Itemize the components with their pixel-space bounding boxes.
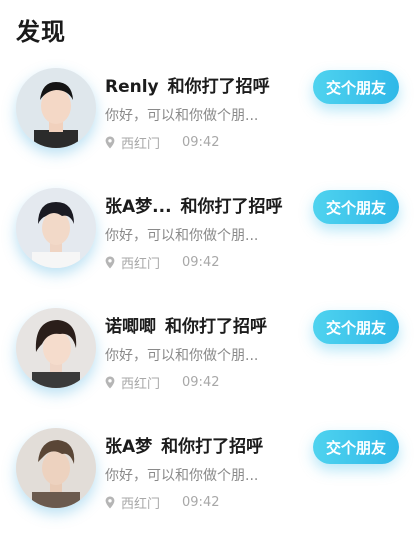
meta-row: 西红门 09:42	[105, 253, 219, 272]
avatar[interactable]	[16, 68, 96, 148]
time-text: 09:42	[182, 375, 220, 390]
avatar[interactable]	[16, 308, 96, 388]
add-friend-button[interactable]: 交个朋友	[313, 430, 399, 464]
time-text: 09:42	[182, 135, 220, 150]
message-preview: 你好，可以和你做个朋...	[105, 228, 259, 244]
message-preview: 你好，可以和你做个朋...	[105, 348, 259, 364]
location-text: 西红门	[121, 377, 161, 392]
location-pin-icon	[105, 496, 115, 509]
list-item[interactable]: 张A梦... 和你打了招呼 你好，可以和你做个朋... 西红门 09:42 交个朋…	[0, 180, 417, 290]
friend-name: 张A梦	[105, 437, 153, 457]
message-preview: 你好，可以和你做个朋...	[105, 108, 259, 124]
friend-name-line: Renly 和你打了招呼	[105, 72, 270, 97]
add-friend-button[interactable]: 交个朋友	[313, 190, 399, 224]
friend-name: 张A梦...	[105, 197, 172, 217]
list-item[interactable]: 张A梦 和你打了招呼 你好，可以和你做个朋... 西红门 09:42 交个朋友	[0, 420, 417, 530]
list-item[interactable]: Renly 和你打了招呼 你好，可以和你做个朋... 西红门 09:42 交个朋友	[0, 60, 417, 170]
add-friend-button[interactable]: 交个朋友	[313, 70, 399, 104]
time-text: 09:42	[182, 255, 220, 270]
location-pin-icon	[105, 136, 115, 149]
list-item[interactable]: 诺唧唧 和你打了招呼 你好，可以和你做个朋... 西红门 09:42 交个朋友	[0, 300, 417, 410]
meta-row: 西红门 09:42	[105, 133, 219, 152]
friend-name: Renly	[105, 77, 159, 97]
add-friend-button[interactable]: 交个朋友	[313, 310, 399, 344]
message-preview: 你好，可以和你做个朋...	[105, 468, 259, 484]
location-text: 西红门	[121, 497, 161, 512]
greeting-text: 和你打了招呼	[180, 197, 283, 217]
avatar[interactable]	[16, 428, 96, 508]
greeting-text: 和你打了招呼	[161, 437, 264, 457]
location-pin-icon	[105, 256, 115, 269]
greeting-text: 和你打了招呼	[165, 317, 267, 337]
location-text: 西红门	[121, 257, 161, 272]
meta-row: 西红门 09:42	[105, 373, 219, 392]
friend-name-line: 诺唧唧 和你打了招呼	[105, 312, 267, 337]
friend-name-line: 张A梦 和你打了招呼	[105, 432, 263, 457]
avatar[interactable]	[16, 188, 96, 268]
meta-row: 西红门 09:42	[105, 493, 219, 512]
friend-name-line: 张A梦... 和你打了招呼	[105, 192, 283, 217]
greeting-text: 和你打了招呼	[167, 77, 270, 97]
friend-name: 诺唧唧	[105, 317, 156, 337]
location-pin-icon	[105, 376, 115, 389]
location-text: 西红门	[121, 137, 161, 152]
page-title: 发现	[16, 18, 66, 46]
time-text: 09:42	[182, 495, 220, 510]
